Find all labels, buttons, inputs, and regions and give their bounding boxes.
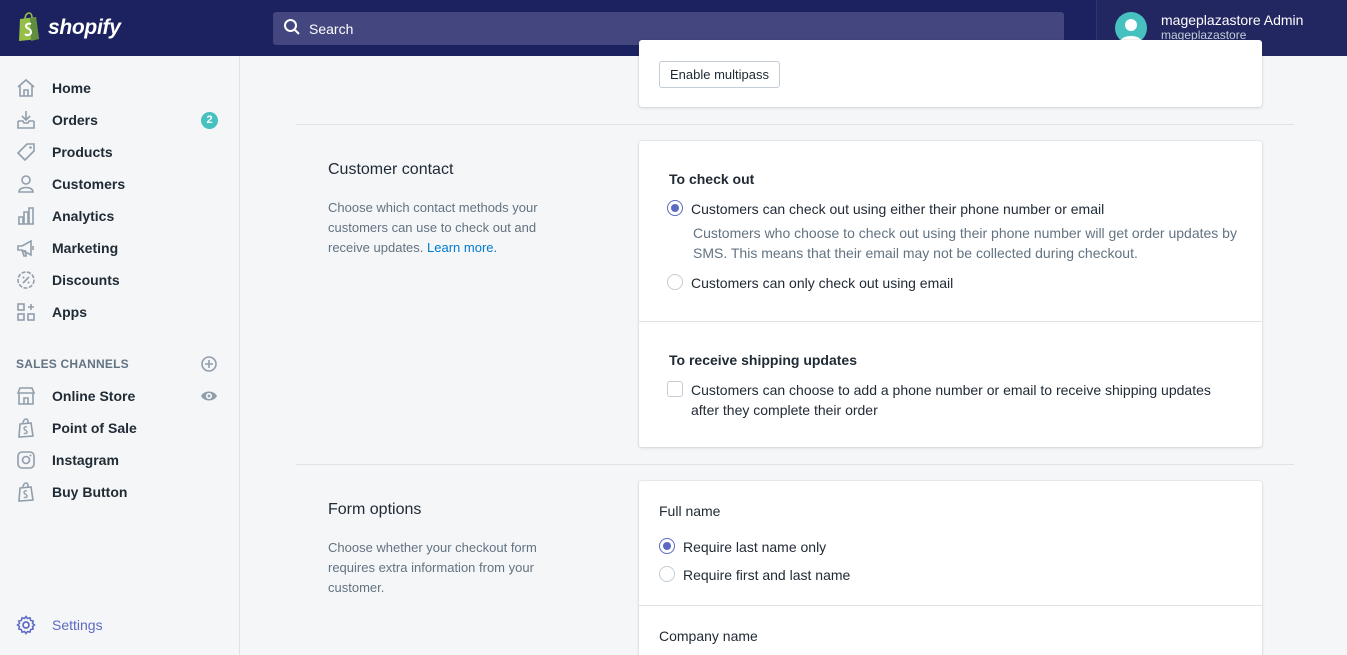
sidebar-item-label: Online Store bbox=[52, 388, 136, 404]
sidebar-item-buy-button[interactable]: Buy Button bbox=[0, 476, 240, 508]
sidebar-item-label: Apps bbox=[52, 304, 87, 320]
add-channel-icon[interactable] bbox=[200, 355, 218, 373]
eye-icon[interactable] bbox=[200, 387, 218, 405]
sidebar-item-customers[interactable]: Customers bbox=[0, 168, 240, 200]
require-last-name-option[interactable]: Require last name only bbox=[659, 537, 826, 557]
sidebar-item-label: Products bbox=[52, 144, 113, 160]
radio-button[interactable] bbox=[667, 200, 683, 216]
brand-name: shopify bbox=[48, 16, 121, 39]
sales-channels-heading: SALES CHANNELS bbox=[16, 357, 129, 371]
sidebar-item-label: Orders bbox=[52, 112, 98, 128]
orders-count-badge: 2 bbox=[201, 111, 218, 129]
tag-icon bbox=[16, 142, 36, 162]
sidebar-item-apps[interactable]: Apps bbox=[0, 296, 240, 328]
sidebar-item-home[interactable]: Home bbox=[0, 72, 240, 104]
sidebar-item-label: Instagram bbox=[52, 452, 119, 468]
section-divider bbox=[296, 124, 1294, 125]
checkout-email-only-option[interactable]: Customers can only check out using email bbox=[667, 273, 953, 293]
full-name-label: Full name bbox=[659, 503, 721, 519]
sidebar-item-label: Discounts bbox=[52, 272, 120, 288]
customer-contact-title: Customer contact bbox=[328, 161, 454, 178]
person-icon bbox=[16, 174, 36, 194]
shopify-bag-icon bbox=[16, 11, 42, 45]
checkout-phone-or-email-option[interactable]: Customers can check out using either the… bbox=[667, 199, 1104, 219]
option-label: Require last name only bbox=[683, 539, 827, 555]
bar-chart-icon bbox=[16, 206, 36, 226]
company-name-label: Company name bbox=[659, 628, 758, 644]
learn-more-link[interactable]: Learn more. bbox=[427, 240, 497, 255]
gear-icon bbox=[16, 615, 36, 635]
option-label: Customers can check out using either the… bbox=[691, 201, 1105, 217]
home-icon bbox=[16, 78, 36, 98]
require-first-last-name-option[interactable]: Require first and last name bbox=[659, 565, 850, 585]
radio-button[interactable] bbox=[659, 566, 675, 582]
sidebar-item-label: Point of Sale bbox=[52, 420, 137, 436]
radio-button[interactable] bbox=[659, 538, 675, 554]
orders-icon bbox=[16, 110, 36, 130]
shipping-updates-option[interactable]: Customers can choose to add a phone numb… bbox=[667, 380, 1227, 420]
search-icon bbox=[283, 18, 301, 39]
card-divider bbox=[639, 605, 1262, 606]
radio-button[interactable] bbox=[667, 274, 683, 290]
shopify-bag-icon bbox=[16, 482, 36, 502]
sidebar: Home Orders 2 Products Customers Analyti… bbox=[0, 56, 240, 655]
sidebar-item-label: Settings bbox=[52, 617, 103, 633]
form-options-title: Form options bbox=[328, 501, 422, 518]
checkout-heading: To check out bbox=[669, 171, 755, 187]
instagram-icon bbox=[16, 450, 36, 470]
section-divider bbox=[296, 464, 1294, 465]
sidebar-item-settings[interactable]: Settings bbox=[0, 609, 240, 641]
option-label: Customers can choose to add a phone numb… bbox=[691, 382, 1211, 418]
sidebar-item-analytics[interactable]: Analytics bbox=[0, 200, 240, 232]
sidebar-item-discounts[interactable]: Discounts bbox=[0, 264, 240, 296]
apps-icon bbox=[16, 302, 36, 322]
option-label: Customers can only check out using email bbox=[691, 275, 954, 291]
megaphone-icon bbox=[16, 238, 36, 258]
search-placeholder: Search bbox=[309, 20, 354, 37]
checkbox[interactable] bbox=[667, 381, 683, 397]
sidebar-item-instagram[interactable]: Instagram bbox=[0, 444, 240, 476]
sidebar-item-orders[interactable]: Orders 2 bbox=[0, 104, 240, 136]
brand-logo[interactable]: shopify bbox=[0, 0, 240, 56]
sidebar-item-label: Analytics bbox=[52, 208, 115, 224]
sidebar-item-marketing[interactable]: Marketing bbox=[0, 232, 240, 264]
shipping-heading: To receive shipping updates bbox=[669, 352, 858, 368]
sidebar-item-point-of-sale[interactable]: Point of Sale bbox=[0, 412, 240, 444]
customer-contact-description: Choose which contact methods your custom… bbox=[328, 200, 538, 255]
sidebar-item-label: Customers bbox=[52, 176, 126, 192]
card-divider bbox=[639, 321, 1262, 322]
sidebar-item-label: Home bbox=[52, 80, 91, 96]
form-options-description: Choose whether your checkout form requir… bbox=[328, 540, 537, 595]
sidebar-item-label: Marketing bbox=[52, 240, 119, 256]
discount-icon bbox=[16, 270, 36, 290]
account-name: mageplazastore Admin bbox=[1161, 12, 1304, 28]
option-help-text: Customers who choose to check out using … bbox=[693, 225, 1237, 261]
option-label: Require first and last name bbox=[683, 567, 851, 583]
sidebar-item-label: Buy Button bbox=[52, 484, 128, 500]
shopify-bag-icon bbox=[16, 418, 36, 438]
enable-multipass-button[interactable]: Enable multipass bbox=[659, 61, 780, 88]
sidebar-item-products[interactable]: Products bbox=[0, 136, 240, 168]
store-icon bbox=[16, 386, 36, 406]
